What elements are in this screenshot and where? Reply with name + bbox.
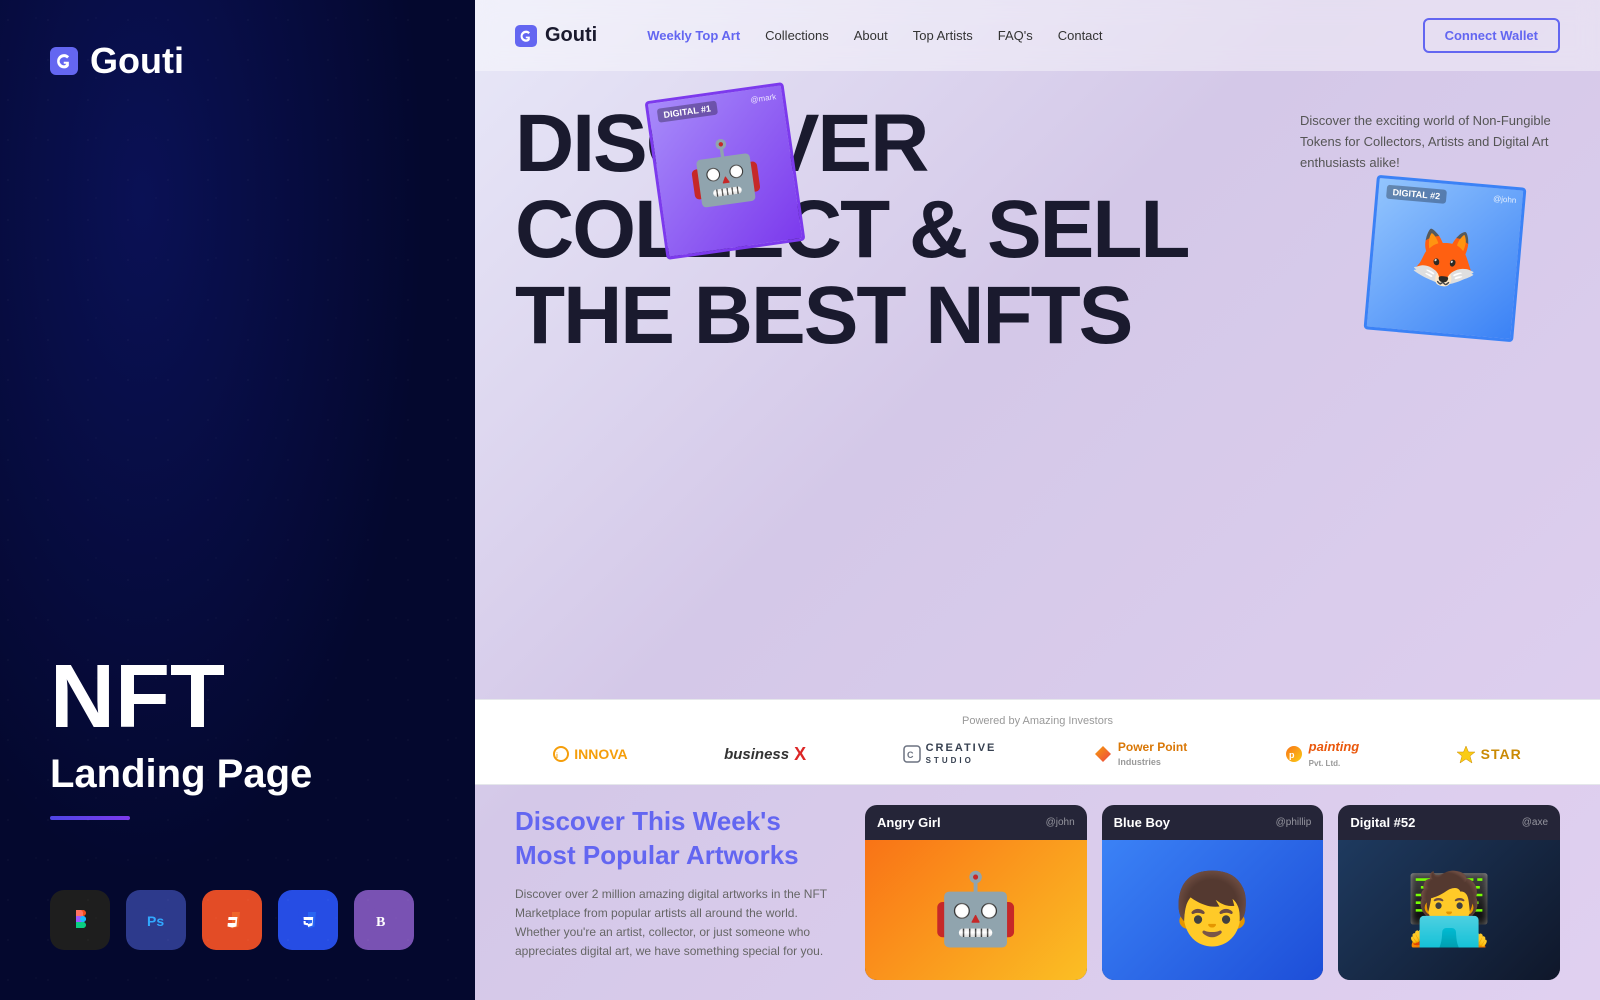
- hero-section: Discover the exciting world of Non-Fungi…: [475, 71, 1600, 699]
- svg-text:B: B: [376, 915, 385, 930]
- investors-section: Powered by Amazing Investors i INNOVA bu…: [475, 699, 1600, 785]
- artwork-card-blue-boy[interactable]: Blue Boy @phillip 👦: [1102, 805, 1324, 980]
- artwork-1-image: 🤖: [865, 840, 1087, 980]
- connect-wallet-button[interactable]: Connect Wallet: [1423, 18, 1560, 53]
- creative-icon: C: [903, 745, 921, 763]
- nav-logo: Gouti: [515, 24, 597, 47]
- css3-icon: [278, 890, 338, 950]
- artwork-card-3-header: Digital #52 @axe: [1338, 805, 1560, 840]
- html5-icon: [202, 890, 262, 950]
- painting-icon: p: [1284, 744, 1304, 764]
- nav-link-contact[interactable]: Contact: [1058, 28, 1103, 43]
- main-title-area: NFT Landing Page: [50, 652, 425, 860]
- artwork-3-name: Digital #52: [1350, 815, 1415, 830]
- artwork-2-author: @phillip: [1276, 817, 1312, 828]
- artwork-1-author: @john: [1046, 817, 1075, 828]
- left-logo-text: Gouti: [90, 40, 184, 82]
- investors-logos: i INNOVA businessX C CREATIVESTUDIO Powe…: [515, 739, 1560, 769]
- artworks-description: Discover over 2 million amazing digital …: [515, 885, 835, 962]
- artworks-title-highlight: Artworks: [686, 840, 799, 870]
- nav-link-weekly-top-art[interactable]: Weekly Top Art: [647, 28, 740, 43]
- bootstrap-icon: B: [354, 890, 414, 950]
- svg-text:i: i: [556, 753, 558, 760]
- artwork-3-image: 🧑‍💻: [1338, 840, 1560, 980]
- innova-icon: i: [553, 746, 569, 762]
- investor-painting: p paintingPvt. Ltd.: [1284, 739, 1360, 769]
- investor-creative: C CREATIVESTUDIO: [903, 742, 997, 766]
- artwork-card-1-header: Angry Girl @john: [865, 805, 1087, 840]
- investor-star: STAR: [1456, 744, 1522, 764]
- nav-logo-icon: [515, 25, 537, 47]
- artwork-1-name: Angry Girl: [877, 815, 941, 830]
- painting-label: paintingPvt. Ltd.: [1309, 739, 1360, 769]
- powerpoint-icon: [1093, 744, 1113, 764]
- nav-links: Weekly Top Art Collections About Top Art…: [647, 28, 1392, 43]
- artwork-card-angry-girl[interactable]: Angry Girl @john 🤖: [865, 805, 1087, 980]
- gouti-logo-icon: [50, 47, 78, 75]
- svg-text:C: C: [907, 750, 916, 760]
- artworks-header: Discover This Week's Most Popular Artwor…: [515, 805, 835, 980]
- artwork-card-digital-52[interactable]: Digital #52 @axe 🧑‍💻: [1338, 805, 1560, 980]
- nav-link-top-artists[interactable]: Top Artists: [913, 28, 973, 43]
- nav-logo-text: Gouti: [545, 24, 597, 47]
- business-label: business: [724, 746, 789, 763]
- landing-subtitle: Landing Page: [50, 752, 425, 796]
- nav-link-collections[interactable]: Collections: [765, 28, 829, 43]
- logo-area: Gouti: [50, 40, 425, 82]
- star-label: STAR: [1481, 746, 1522, 762]
- right-panel: Gouti Weekly Top Art Collections About T…: [475, 0, 1600, 1000]
- investor-business: businessX: [724, 744, 806, 765]
- svg-text:Ps: Ps: [147, 913, 164, 929]
- artwork-3-author: @axe: [1522, 817, 1548, 828]
- photoshop-icon: Ps: [126, 890, 186, 950]
- artworks-grid: Angry Girl @john 🤖 Blue Boy @phillip 👦 D…: [865, 805, 1560, 980]
- left-panel: Gouti NFT Landing Page Ps: [0, 0, 475, 1000]
- nft-card-2-author: @john: [1493, 194, 1517, 205]
- artworks-section: Discover This Week's Most Popular Artwor…: [475, 785, 1600, 1000]
- star-icon: [1456, 744, 1476, 764]
- nft-card-1: DIGITAL #1 @mark 🤖: [645, 82, 806, 260]
- creative-name: CREATIVESTUDIO: [926, 742, 997, 766]
- artwork-card-2-header: Blue Boy @phillip: [1102, 805, 1324, 840]
- nav-link-faqs[interactable]: FAQ's: [998, 28, 1033, 43]
- innova-label: INNOVA: [574, 746, 627, 762]
- artworks-title: Discover This Week's Most Popular Artwor…: [515, 805, 835, 873]
- investor-innova: i INNOVA: [553, 746, 627, 762]
- navbar: Gouti Weekly Top Art Collections About T…: [475, 0, 1600, 71]
- artwork-2-name: Blue Boy: [1114, 815, 1170, 830]
- divider-line: [50, 816, 130, 820]
- artwork-2-image: 👦: [1102, 840, 1324, 980]
- nft-title: NFT: [50, 652, 425, 742]
- figma-icon: [50, 890, 110, 950]
- nft-card-2: DIGITAL #2 @john 🦊: [1364, 175, 1527, 342]
- tool-icons: Ps B: [50, 890, 425, 950]
- svg-text:p: p: [1289, 750, 1295, 760]
- powerpoint-label: Power PointIndustries: [1118, 740, 1187, 768]
- nav-link-about[interactable]: About: [854, 28, 888, 43]
- investors-label: Powered by Amazing Investors: [515, 715, 1560, 727]
- investor-powerpoint: Power PointIndustries: [1093, 740, 1187, 768]
